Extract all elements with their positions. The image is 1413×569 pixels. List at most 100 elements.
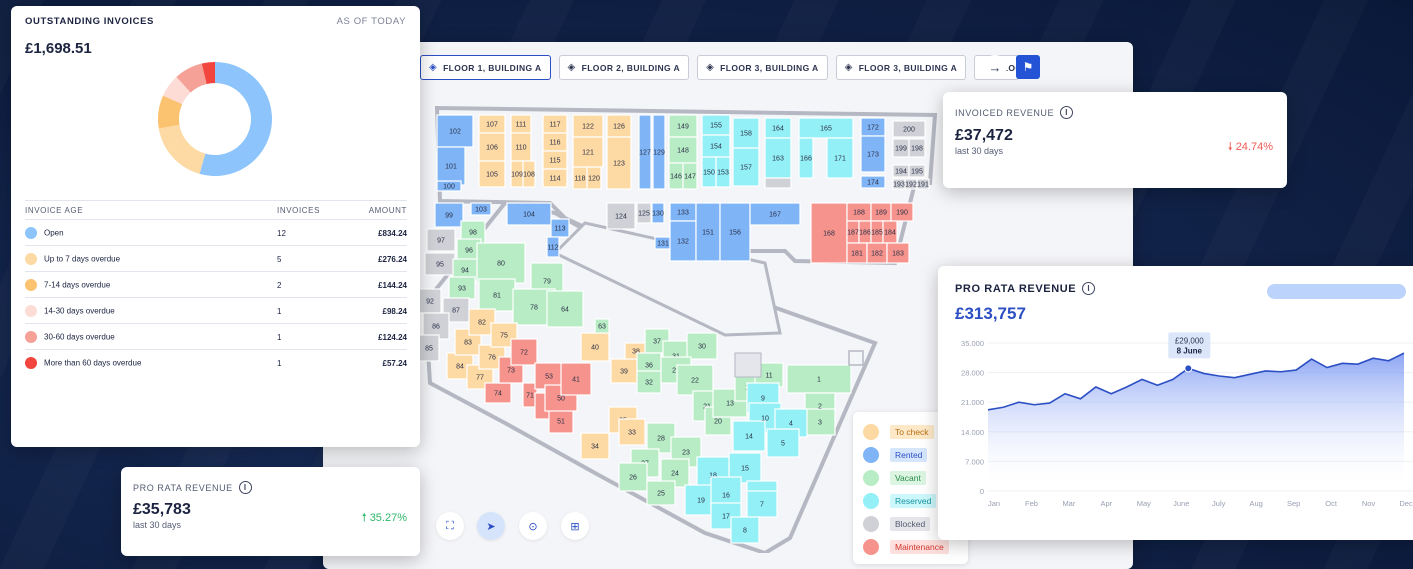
floor-room[interactable]: 183 [886,242,910,264]
floor-room[interactable]: 102 [436,114,474,148]
floor-room[interactable]: 147 [682,162,698,190]
floor-room[interactable]: 125 [636,202,652,224]
floor-room[interactable]: 163 [764,137,792,179]
floor-room[interactable]: 26 [618,462,648,492]
floor-room[interactable]: 174 [860,175,886,189]
floor-room[interactable]: 116 [542,132,568,152]
floor-room[interactable]: 156 [719,202,751,262]
center-tool[interactable]: ⊞ [561,512,589,540]
floor-room[interactable]: 193 [892,178,906,190]
floor-room[interactable]: 153 [715,156,731,188]
floor-room[interactable]: 105 [478,160,506,188]
invoice-age-row[interactable]: 7-14 days overdue 2 £144.24 [25,271,407,298]
floor-room[interactable]: 151 [695,202,721,262]
floor-room[interactable]: 117 [542,114,568,134]
floor-room[interactable]: 158 [732,117,760,149]
floor-room[interactable]: 33 [618,418,646,446]
floor-room[interactable]: 40 [580,332,610,362]
floor-room[interactable]: 112 [546,236,560,258]
floor-room[interactable]: 103 [470,202,492,216]
floor-room[interactable]: 41 [560,362,592,396]
floor-room[interactable]: 181 [846,242,868,264]
floor-room[interactable]: 185 [870,220,884,244]
floor-room[interactable]: 195 [908,164,926,178]
invoice-age-row[interactable]: Up to 7 days overdue 5 £276.24 [25,245,407,272]
floor-room[interactable]: 95 [424,252,456,276]
floor-room[interactable]: 32 [636,370,662,394]
floor-room[interactable]: 8 [730,516,760,544]
floor-room[interactable]: 189 [870,202,892,222]
floor-room[interactable]: 188 [846,202,872,222]
fullscreen-tool[interactable]: ⛶ [436,512,464,540]
floor-room[interactable]: 168 [810,202,848,264]
map-view-button[interactable]: ⚑ [1016,55,1040,79]
floor-room[interactable]: 194 [892,164,910,178]
info-icon[interactable]: i [1060,106,1074,119]
floor-room[interactable]: 74 [484,382,512,404]
floor-room[interactable]: 34 [580,432,610,460]
floor-room[interactable]: 126 [606,114,632,138]
floor-room[interactable]: 121 [572,136,604,168]
tab-floor-2-building-a[interactable]: ◈ FLOOR 2, BUILDING A [558,55,690,80]
invoice-age-row[interactable]: 14-30 days overdue 1 £98.24 [25,297,407,324]
floor-room[interactable]: 104 [506,202,552,226]
floor-room[interactable]: 97 [426,228,456,252]
floor-room[interactable]: 150 [701,156,717,188]
floor-room[interactable]: 186 [858,220,872,244]
invoice-age-row[interactable]: 30-60 days overdue 1 £124.24 [25,323,407,350]
floor-room[interactable]: 132 [669,220,697,262]
floor-room[interactable]: 113 [550,218,570,238]
floor-room[interactable]: 100 [436,180,462,192]
floor-room[interactable]: 122 [572,114,604,138]
floor-room[interactable]: 118 [572,166,588,190]
floor-room[interactable]: 124 [606,202,636,230]
floor-room[interactable]: 155 [701,114,731,136]
floor-room[interactable]: 165 [798,117,854,139]
floor-room[interactable]: 3 [804,408,836,436]
floor-room[interactable]: 187 [846,220,860,244]
floor-room[interactable]: 81 [478,278,516,312]
floor-room[interactable]: 80 [476,242,526,284]
focus-tool[interactable]: ⊙ [519,512,547,540]
floor-room[interactable]: 101 [436,146,466,186]
floor-room[interactable]: 120 [586,166,602,190]
tab-floor-1-building-a[interactable]: ◈ FLOOR 1, BUILDING A [420,55,551,80]
floor-room[interactable]: 30 [686,332,718,360]
select-tool[interactable]: ➤ [477,512,505,540]
floor-room[interactable]: 199 [892,138,910,158]
floor-room[interactable]: 148 [668,136,698,164]
floor-room[interactable] [764,177,792,189]
floor-room[interactable]: 149 [668,114,698,138]
floor-room[interactable]: 190 [890,202,914,222]
floor-room[interactable]: 1 [786,364,852,394]
floor-room[interactable]: 25 [646,480,676,506]
next-floor-button[interactable]: → [983,55,1007,79]
floor-room[interactable]: 107 [478,114,506,134]
floor-room[interactable]: 167 [749,202,801,226]
floor-room[interactable]: 171 [826,137,854,179]
floor-room[interactable]: 131 [654,236,672,250]
floor-room[interactable]: 164 [764,117,792,139]
floor-room[interactable]: 106 [478,132,506,162]
floor-room[interactable]: 108 [522,160,536,188]
floor-room[interactable]: 115 [542,150,568,170]
floor-room[interactable]: 184 [882,220,898,244]
tab-floor-3-building-a[interactable]: ◈ FLOOR 3, BUILDING A [697,55,828,80]
floor-room[interactable]: 123 [606,136,632,190]
floor-room[interactable]: 157 [732,147,760,187]
floor-room[interactable]: 127 [638,114,652,190]
floor-room[interactable]: 111 [510,114,532,134]
floor-room[interactable]: 114 [542,168,568,188]
floor-room[interactable]: 63 [594,318,610,334]
floor-room[interactable]: 182 [866,242,888,264]
floor-room[interactable]: 92 [418,288,442,314]
invoice-age-row[interactable]: Open 12 £834.24 [25,219,407,246]
floor-room[interactable]: 200 [892,120,926,138]
floor-room[interactable]: 64 [546,290,584,328]
floor-room[interactable]: 130 [651,202,665,224]
floor-room[interactable]: 7 [746,490,778,518]
floor-room[interactable]: 154 [701,134,731,158]
floor-room[interactable]: 14 [732,420,766,452]
floor-room[interactable]: 39 [610,358,638,384]
floor-room[interactable]: 191 [916,178,930,190]
